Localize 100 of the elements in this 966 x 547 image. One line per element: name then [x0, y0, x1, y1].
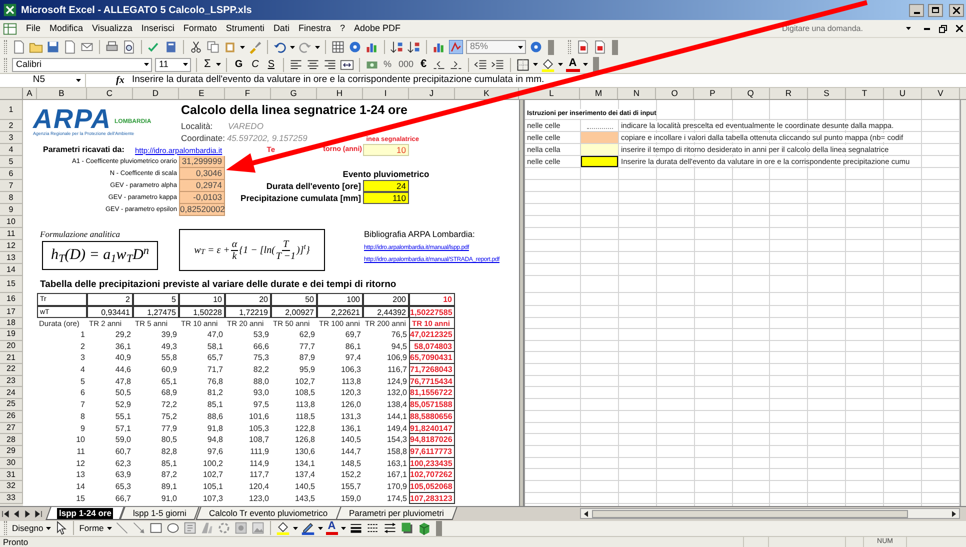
- blank-page-icon[interactable]: [12, 40, 26, 54]
- parameter-cell[interactable]: -0,0103: [179, 192, 225, 204]
- print-preview-icon[interactable]: [122, 40, 136, 54]
- sheet-tab[interactable]: lspp 1-24 ore: [46, 506, 125, 520]
- menu-item[interactable]: Strumenti: [226, 22, 264, 36]
- caret-icon[interactable]: [216, 63, 221, 66]
- menu-item[interactable]: Modifica: [50, 22, 84, 36]
- line-color-icon[interactable]: [300, 521, 315, 535]
- column-header[interactable]: S: [808, 88, 846, 99]
- align-right-icon[interactable]: [322, 58, 336, 72]
- style-button[interactable]: S: [264, 57, 278, 72]
- fill-color-icon[interactable]: [276, 521, 290, 535]
- outdent-icon[interactable]: [474, 58, 488, 72]
- borders-icon[interactable]: [516, 58, 530, 72]
- caret-icon[interactable]: [315, 46, 320, 48]
- function-button[interactable]: fx: [116, 73, 130, 88]
- menu-item[interactable]: ?: [340, 22, 345, 36]
- help-icon[interactable]: [529, 40, 543, 54]
- toolbar-handle[interactable]: [612, 40, 618, 54]
- sheet-tab[interactable]: Calcolo Tr evento pluviometrico: [195, 506, 341, 520]
- toolbar-grip[interactable]: [4, 40, 7, 54]
- menu-item[interactable]: Finestra: [298, 22, 331, 36]
- shapes-menu-button[interactable]: Forme: [79, 522, 104, 534]
- menu-item[interactable]: Visualizza: [92, 22, 132, 36]
- book-icon[interactable]: [164, 40, 178, 54]
- caret-icon[interactable]: [240, 46, 245, 48]
- caret-icon[interactable]: [318, 526, 323, 530]
- scroll-left-icon[interactable]: [582, 510, 590, 518]
- ellipse-icon[interactable]: [166, 521, 180, 535]
- column-header[interactable]: D: [133, 88, 179, 99]
- column-header[interactable]: A: [23, 88, 37, 99]
- pdf-icon[interactable]: [593, 40, 607, 54]
- caret-icon[interactable]: [290, 46, 295, 48]
- caret-icon[interactable]: [76, 79, 81, 82]
- folder-icon[interactable]: [29, 40, 43, 54]
- sort-descending-icon[interactable]: [407, 40, 421, 54]
- indent-icon[interactable]: [490, 58, 505, 72]
- workbook-icon[interactable]: [3, 22, 17, 36]
- column-header[interactable]: P: [694, 88, 732, 99]
- caret-icon[interactable]: [340, 526, 346, 530]
- column-header[interactable]: R: [770, 88, 808, 99]
- check-icon[interactable]: [147, 40, 161, 54]
- font-dropdown[interactable]: Calibri: [12, 58, 152, 72]
- column-header[interactable]: F: [225, 88, 271, 99]
- caret-icon[interactable]: [46, 526, 52, 530]
- input-cell[interactable]: 110: [363, 192, 409, 204]
- parameter-cell[interactable]: 0,82520002: [179, 204, 225, 216]
- column-header[interactable]: V: [922, 88, 960, 99]
- autosum-button[interactable]: Σ: [202, 56, 213, 73]
- line-weight-icon[interactable]: [348, 521, 363, 535]
- arrow-icon[interactable]: [132, 521, 146, 535]
- clip-art-icon[interactable]: [234, 521, 248, 535]
- minimize-icon[interactable]: [914, 12, 920, 14]
- number-format-button[interactable]: 000: [396, 58, 416, 72]
- parameter-cell[interactable]: 0,3046: [179, 168, 225, 180]
- column-header[interactable]: N: [618, 88, 656, 99]
- caret-icon[interactable]: [183, 63, 188, 66]
- toolbar-handle[interactable]: [436, 520, 442, 536]
- undo-icon[interactable]: [273, 40, 287, 54]
- cube-icon[interactable]: [416, 521, 431, 535]
- toolbar-grip[interactable]: [568, 40, 571, 54]
- sheet-tab[interactable]: Parametri per pluviometri: [336, 506, 458, 520]
- clipboard-icon[interactable]: [223, 40, 237, 54]
- cursor-arrow-icon[interactable]: [54, 521, 68, 535]
- scissors-icon[interactable]: [189, 40, 203, 54]
- tab-navigation-icon[interactable]: [1, 510, 10, 518]
- input-cell[interactable]: 24: [363, 180, 409, 192]
- minimize-button[interactable]: [909, 4, 924, 16]
- pdf-icon[interactable]: [576, 40, 590, 54]
- number-format-button[interactable]: %: [382, 58, 394, 72]
- caret-icon[interactable]: [144, 63, 149, 66]
- caret-icon[interactable]: [558, 63, 563, 66]
- dash-style-icon[interactable]: [366, 521, 380, 535]
- font-size-dropdown[interactable]: 11: [155, 58, 191, 72]
- scrollbar-thumb[interactable]: [592, 510, 908, 518]
- fill-color-icon[interactable]: [540, 58, 555, 72]
- column-header[interactable]: G: [271, 88, 317, 99]
- column-header[interactable]: I: [363, 88, 409, 99]
- caret-icon[interactable]: [532, 63, 538, 66]
- caret-icon[interactable]: [906, 27, 911, 30]
- caret-icon[interactable]: [518, 46, 523, 48]
- column-header[interactable]: B: [37, 88, 87, 99]
- horizontal-scrollbar[interactable]: [580, 508, 960, 519]
- copy-icon[interactable]: [206, 40, 220, 54]
- column-header[interactable]: U: [884, 88, 922, 99]
- menu-item[interactable]: Adobe PDF: [354, 22, 401, 36]
- shadow-icon[interactable]: [400, 521, 414, 535]
- menu-item[interactable]: Dati: [273, 22, 290, 36]
- text-box-icon[interactable]: [182, 521, 197, 535]
- sheet-tab[interactable]: lspp 1-5 giorni: [120, 506, 200, 520]
- close-button[interactable]: [949, 4, 964, 16]
- menu-item[interactable]: File: [26, 22, 41, 36]
- arrow-style-icon[interactable]: [382, 521, 397, 535]
- zoom-dropdown[interactable]: 85%: [466, 40, 526, 54]
- sort-ascending-icon[interactable]: [390, 40, 404, 54]
- restore-button[interactable]: [928, 4, 943, 16]
- minimize-icon[interactable]: [924, 28, 930, 30]
- column-header[interactable]: M: [580, 88, 618, 99]
- toolbar-grip[interactable]: [4, 58, 7, 72]
- help-search-field[interactable]: Digitare una domanda.: [780, 22, 870, 36]
